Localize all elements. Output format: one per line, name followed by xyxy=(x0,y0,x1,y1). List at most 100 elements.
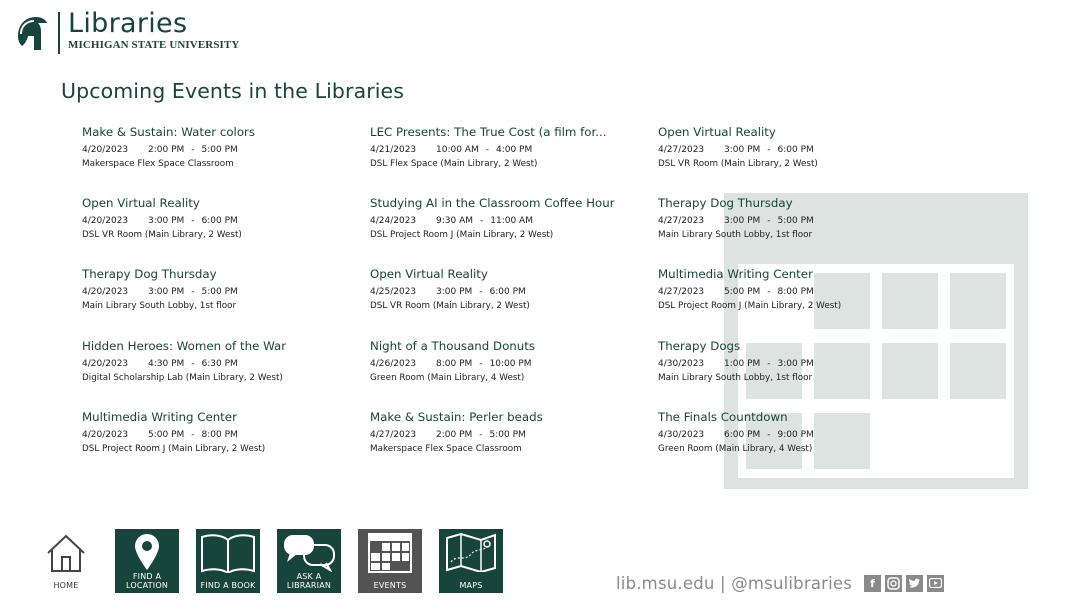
event-item[interactable]: Open Virtual Reality 4/27/2023 3:00 PM -6:0… xyxy=(658,124,928,170)
nav-home-button[interactable]: HOME xyxy=(34,529,98,593)
event-item[interactable]: Multimedia Writing Center 4/20/2023 5:00 P… xyxy=(82,409,352,455)
event-title[interactable]: Night of a Thousand Donuts xyxy=(370,338,640,354)
event-start-time: 6:00 PM xyxy=(724,430,761,440)
nav-events-button[interactable]: EVENTS xyxy=(358,529,422,593)
event-datetime: 4/27/2023 5:00 PM -8:00 PM xyxy=(658,286,928,298)
calendar-icon xyxy=(368,533,412,573)
event-datetime: 4/27/2023 3:00 PM -5:00 PM xyxy=(658,215,928,227)
event-end-time: 4:00 PM xyxy=(495,145,533,155)
nav-find-book-button[interactable]: FIND A BOOK xyxy=(196,529,260,593)
event-datetime: 4/25/2023 3:00 PM -6:00 PM xyxy=(370,286,640,298)
nav-ask-librarian-button[interactable]: ASK A LIBRARIAN xyxy=(277,529,341,593)
event-time-separator: - xyxy=(767,216,771,226)
event-title[interactable]: Therapy Dogs xyxy=(658,338,928,354)
event-title[interactable]: Open Virtual Reality xyxy=(82,195,352,211)
bottom-navigation: HOME FIND A LOCATION FIND A BOOK ASK A L… xyxy=(34,529,520,593)
event-location: Main Library South Lobby, 1st floor xyxy=(82,301,237,311)
event-title[interactable]: Studying AI in the Classroom Coffee Hour xyxy=(370,195,640,211)
event-item[interactable]: The Finals Countdown 4/30/2023 6:00 PM -9:0… xyxy=(658,409,928,455)
event-start-time: 2:00 PM xyxy=(148,145,185,155)
event-date: 4/20/2023 xyxy=(82,145,129,155)
event-title[interactable]: LEC Presents: The True Cost (a film for.… xyxy=(370,124,640,140)
event-date: 4/20/2023 xyxy=(82,359,129,369)
event-time-separator: - xyxy=(479,430,483,440)
event-location: Main Library South Lobby, 1st floor xyxy=(658,230,813,240)
event-end-time: 3:00 PM xyxy=(777,359,814,369)
event-title[interactable]: Open Virtual Reality xyxy=(370,266,640,282)
event-item[interactable]: Open Virtual Reality 4/20/2023 3:00 PM -6:0… xyxy=(82,195,352,241)
instagram-icon[interactable] xyxy=(885,574,903,592)
logo-subtitle: MICHIGAN STATE UNIVERSITY xyxy=(68,39,240,51)
event-item[interactable]: Hidden Heroes: Women of the War 4/20/2023… xyxy=(82,338,352,384)
event-item[interactable]: Make & Sustain: Water colors 4/20/2023 2:0… xyxy=(82,124,352,170)
event-location: DSL Flex Space (Main Library, 2 West) xyxy=(370,159,538,169)
footer: lib.msu.edu | @msulibraries f xyxy=(616,572,945,594)
nav-ask-librarian-label: ASK A LIBRARIAN xyxy=(286,572,332,590)
event-date: 4/27/2023 xyxy=(658,145,705,155)
event-item[interactable]: LEC Presents: The True Cost (a film for.… xyxy=(370,124,640,170)
event-start-time: 5:00 PM xyxy=(148,430,185,440)
youtube-icon[interactable] xyxy=(927,574,945,592)
event-datetime: 4/24/2023 9:30 AM -11:00 AM xyxy=(370,215,640,227)
msu-libraries-logo[interactable]: Libraries MICHIGAN STATE UNIVERSITY xyxy=(14,10,239,56)
event-title[interactable]: Multimedia Writing Center xyxy=(658,266,928,282)
event-location: Makerspace Flex Space Classroom xyxy=(370,444,522,454)
event-title[interactable]: Therapy Dog Thursday xyxy=(658,195,928,211)
event-time-separator: - xyxy=(191,216,195,226)
logo-title: Libraries xyxy=(68,8,188,39)
event-item[interactable]: Night of a Thousand Donuts 4/26/2023 8:00 … xyxy=(370,338,640,384)
folded-map-icon xyxy=(446,532,496,572)
facebook-icon[interactable]: f xyxy=(864,574,882,592)
event-title[interactable]: Make & Sustain: Water colors xyxy=(82,124,352,140)
page-title: Upcoming Events in the Libraries xyxy=(61,79,405,103)
event-time-separator: - xyxy=(191,145,195,155)
event-title[interactable]: Multimedia Writing Center xyxy=(82,409,352,425)
chat-bubbles-icon xyxy=(284,535,335,572)
nav-maps-button[interactable]: MAPS xyxy=(439,529,503,593)
twitter-icon[interactable] xyxy=(906,574,924,592)
event-location: Green Room (Main Library, 4 West) xyxy=(658,444,813,454)
event-item[interactable]: Make & Sustain: Perler beads 4/27/2023 2:0… xyxy=(370,409,640,455)
event-title[interactable]: The Finals Countdown xyxy=(658,409,928,425)
event-date: 4/20/2023 xyxy=(82,287,129,297)
event-datetime: 4/20/2023 5:00 PM -8:00 PM xyxy=(82,429,352,441)
home-icon xyxy=(47,534,85,572)
event-title[interactable]: Therapy Dog Thursday xyxy=(82,266,352,282)
event-date: 4/27/2023 xyxy=(370,430,417,440)
event-end-time: 6:00 PM xyxy=(201,216,238,226)
event-item[interactable]: Open Virtual Reality 4/25/2023 3:00 PM -6:0… xyxy=(370,266,640,312)
event-item[interactable]: Multimedia Writing Center 4/27/2023 5:00 P… xyxy=(658,266,928,312)
event-start-time: 3:00 PM xyxy=(148,216,185,226)
event-title[interactable]: Make & Sustain: Perler beads xyxy=(370,409,640,425)
event-location: DSL VR Room (Main Library, 2 West) xyxy=(82,230,242,240)
spartan-helmet-icon xyxy=(18,17,47,50)
nav-events-label: EVENTS xyxy=(373,581,407,590)
event-start-time: 9:30 AM xyxy=(436,216,473,226)
event-location: Digital Scholarship Lab (Main Library, 2… xyxy=(82,373,283,383)
nav-find-location-button[interactable]: FIND A LOCATION xyxy=(115,529,179,593)
event-start-time: 4:30 PM xyxy=(148,359,185,369)
event-item[interactable]: Therapy Dog Thursday 4/20/2023 3:00 PM -5:0… xyxy=(82,266,352,312)
event-title[interactable]: Open Virtual Reality xyxy=(658,124,928,140)
event-start-time: 3:00 PM xyxy=(724,145,761,155)
event-datetime: 4/20/2023 2:00 PM -5:00 PM xyxy=(82,144,352,156)
event-item[interactable]: Therapy Dog Thursday 4/27/2023 3:00 PM -5:0… xyxy=(658,195,928,241)
event-start-time: 3:00 PM xyxy=(436,287,473,297)
map-pin-icon xyxy=(135,534,159,570)
nav-find-location-label: FIND A LOCATION xyxy=(125,572,169,590)
event-end-time: 6:00 PM xyxy=(489,287,526,297)
event-start-time: 10:00 AM xyxy=(436,145,479,155)
event-datetime: 4/21/2023 10:00 AM -4:00 PM xyxy=(370,144,640,156)
event-datetime: 4/27/2023 3:00 PM -6:00 PM xyxy=(658,144,928,156)
event-datetime: 4/30/2023 1:00 PM -3:00 PM xyxy=(658,358,928,370)
event-title[interactable]: Hidden Heroes: Women of the War xyxy=(82,338,352,354)
event-item[interactable]: Studying AI in the Classroom Coffee Hour… xyxy=(370,195,640,241)
event-end-time: 5:00 PM xyxy=(201,145,238,155)
event-start-time: 3:00 PM xyxy=(148,287,185,297)
event-location: Green Room (Main Library, 4 West) xyxy=(370,373,525,383)
event-time-separator: - xyxy=(767,359,771,369)
logo-divider xyxy=(58,12,60,54)
event-time-separator: - xyxy=(485,145,489,155)
footer-links: lib.msu.edu | @msulibraries xyxy=(616,573,853,593)
event-item[interactable]: Therapy Dogs 4/30/2023 1:00 PM -3:00 PM Main… xyxy=(658,338,928,384)
